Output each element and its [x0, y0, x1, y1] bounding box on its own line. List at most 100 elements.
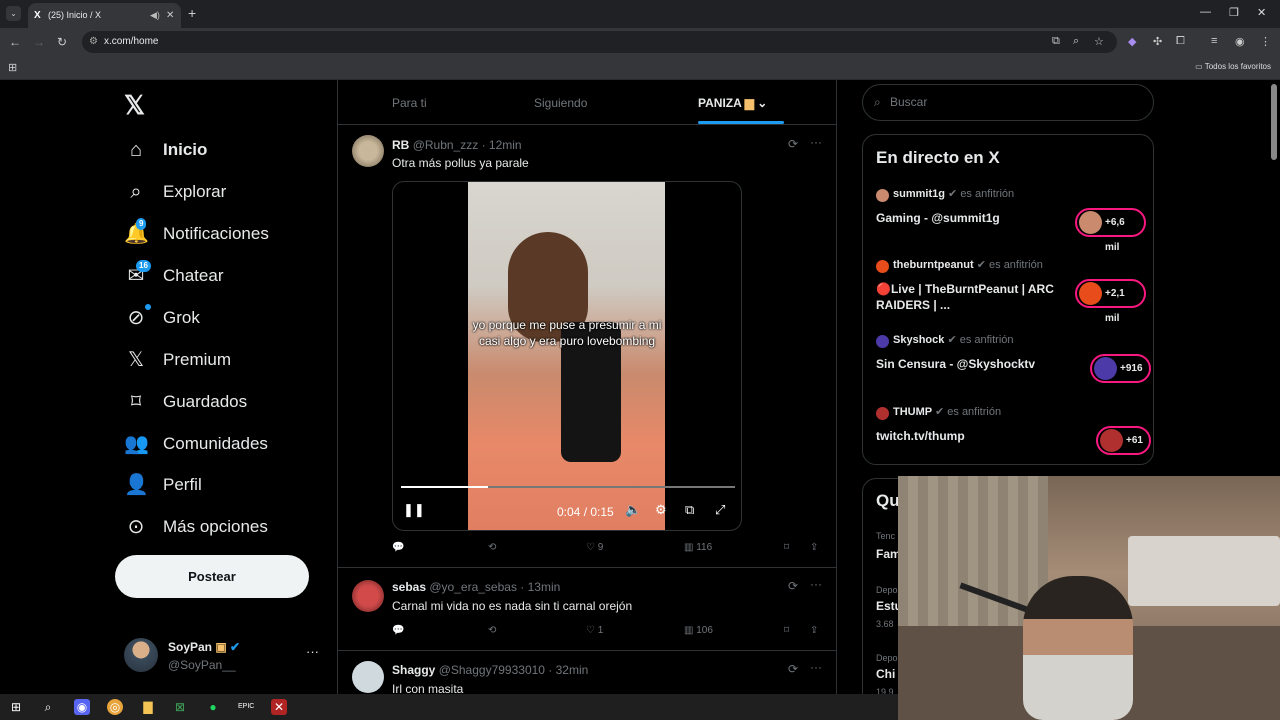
views-button[interactable]: ▥ 116: [684, 542, 712, 553]
grok-icon[interactable]: ⟳: [788, 579, 798, 593]
grok-icon[interactable]: ⟳: [788, 137, 798, 151]
nav-item-ms-opciones[interactable]: ⊙ Más opciones: [124, 509, 324, 545]
nav-item-grok[interactable]: ⊘ Grok: [124, 300, 324, 336]
media-icon[interactable]: ≡: [1211, 35, 1217, 47]
host-avatar: [876, 335, 889, 348]
terminal-icon[interactable]: ⊠: [172, 699, 188, 715]
account-switcher[interactable]: SoyPan ▣ ✔ @SoyPan__ ···: [124, 638, 324, 676]
more-icon[interactable]: ···: [810, 135, 822, 149]
trend-name[interactable]: Fam: [876, 547, 901, 561]
video-caption: yo porque me puse a presumir a mi casi a…: [472, 318, 662, 348]
minimize-icon[interactable]: —: [1200, 6, 1211, 18]
install-icon[interactable]: ⧉: [1052, 35, 1060, 48]
nav-item-comunidades[interactable]: 👥 Comunidades: [124, 426, 324, 462]
video-player[interactable]: yo porque me puse a presumir a mi casi a…: [392, 181, 742, 531]
tweet-text: Irl con masita: [392, 682, 464, 694]
settings-gear-icon[interactable]: ⚙: [655, 502, 667, 518]
volume-icon[interactable]: 🔈: [625, 502, 641, 518]
share-icon[interactable]: ⇪: [810, 542, 818, 553]
repost-icon[interactable]: ⟲: [488, 542, 496, 553]
profile-avatar-icon[interactable]: ◉: [1235, 35, 1245, 48]
like-button[interactable]: ♡ 1: [586, 625, 603, 636]
tweet-author[interactable]: sebas @yo_era_sebas · 13min: [392, 580, 560, 594]
pip-icon[interactable]: ⧉: [685, 502, 694, 518]
tab-paniza[interactable]: PANIZA ▆ ⌄: [698, 96, 767, 110]
all-bookmarks[interactable]: ▭ Todos los favoritos: [1195, 62, 1271, 71]
discord-icon[interactable]: ◉: [74, 699, 90, 715]
more-icon[interactable]: ···: [306, 644, 319, 659]
chrome-icon[interactable]: ◎: [107, 699, 123, 715]
nav-item-notificaciones[interactable]: 🔔 9 Notificaciones: [124, 216, 324, 252]
listener-count[interactable]: +61: [1096, 426, 1151, 455]
nav-item-perfil[interactable]: 👤 Perfil: [124, 467, 324, 503]
back-icon[interactable]: ←: [9, 35, 21, 49]
bookmark-icon[interactable]: ⌑: [784, 542, 789, 553]
tab-search-button[interactable]: ⌄: [6, 6, 21, 21]
browser-tab[interactable]: X (25) Inicio / X ◀) ✕: [28, 3, 181, 28]
zoom-icon[interactable]: ⌕: [1073, 35, 1079, 48]
pause-icon[interactable]: ❚❚: [403, 502, 425, 518]
apps-grid-icon[interactable]: ⊞: [8, 61, 17, 74]
epic-games-icon[interactable]: EPIC: [238, 699, 254, 715]
nav-item-guardados[interactable]: ⌑ Guardados: [124, 384, 324, 420]
close-tab-icon[interactable]: ✕: [166, 3, 174, 28]
tweet[interactable]: RB @Rubn_zzz · 12min ⟳ ··· Otra más poll…: [338, 125, 836, 568]
bookmark-icon[interactable]: ⌑: [784, 625, 789, 636]
tweet[interactable]: Shaggy @Shaggy79933010 · 32min ⟳ ··· Irl…: [338, 651, 836, 694]
fullscreen-icon[interactable]: ⤢: [715, 502, 725, 518]
video-progress-bar[interactable]: [401, 486, 735, 488]
reply-icon[interactable]: 💬: [392, 542, 404, 553]
reply-icon[interactable]: 💬: [392, 625, 404, 636]
avatar[interactable]: [352, 135, 384, 167]
site-info-icon[interactable]: ⚙: [89, 31, 98, 53]
avatar[interactable]: [352, 580, 384, 612]
windows-start-icon[interactable]: ⊞: [8, 699, 24, 715]
tab-siguiendo[interactable]: Siguiendo: [534, 96, 587, 110]
restore-icon[interactable]: ❐: [1229, 6, 1239, 19]
tweet-author[interactable]: RB @Rubn_zzz · 12min: [392, 138, 522, 152]
avatar[interactable]: [352, 661, 384, 693]
tweet[interactable]: sebas @yo_era_sebas · 13min ⟳ ··· Carnal…: [338, 568, 836, 651]
extension-icon-2[interactable]: ✣: [1153, 35, 1162, 48]
search-placeholder: Buscar: [890, 95, 928, 109]
video-time: 0:04 / 0:15: [557, 505, 614, 519]
nav-item-inicio[interactable]: ⌂ Inicio: [124, 132, 324, 168]
spotify-icon[interactable]: ●: [205, 699, 221, 715]
search-input[interactable]: ⌕ Buscar: [862, 84, 1154, 121]
more-icon[interactable]: ···: [810, 660, 822, 674]
tweet-author[interactable]: Shaggy @Shaggy79933010 · 32min: [392, 663, 588, 677]
audio-icon[interactable]: ◀): [150, 3, 160, 28]
post-button[interactable]: Postear: [115, 555, 309, 598]
repost-icon[interactable]: ⟲: [488, 625, 496, 636]
search-icon[interactable]: ⌕: [40, 699, 56, 715]
scrollbar[interactable]: [1271, 84, 1277, 160]
share-icon[interactable]: ⇪: [810, 625, 818, 636]
grok-icon[interactable]: ⟳: [788, 662, 798, 676]
listener-count[interactable]: +6,6 mil: [1075, 208, 1146, 253]
nav-item-chatear[interactable]: ✉ 16 Chatear: [124, 258, 324, 294]
new-tab-button[interactable]: +: [188, 5, 196, 21]
views-button[interactable]: ▥ 106: [684, 625, 713, 636]
file-explorer-icon[interactable]: ▇: [140, 699, 156, 715]
extensions-puzzle-icon[interactable]: ⧠: [1176, 35, 1185, 48]
listener-count[interactable]: +2,1 mil: [1075, 279, 1146, 324]
trend-category: Depo: [876, 653, 898, 663]
x-logo-icon[interactable]: 𝕏: [124, 90, 145, 121]
menu-icon[interactable]: ⋮: [1260, 35, 1271, 48]
reload-icon[interactable]: ↻: [57, 35, 67, 49]
app-x-icon[interactable]: ✕: [271, 699, 287, 715]
search-icon: ⌕: [874, 95, 881, 109]
tab-para-ti[interactable]: Para ti: [392, 96, 427, 110]
forward-icon[interactable]: →: [33, 35, 45, 49]
address-bar[interactable]: ⚙ x.com/home: [82, 31, 1117, 53]
nav-item-explorar[interactable]: ⌕ Explorar: [124, 174, 324, 210]
nav-item-premium[interactable]: 𝕏 Premium: [124, 342, 324, 378]
like-button[interactable]: ♡ 9: [586, 542, 603, 553]
bookmark-star-icon[interactable]: ☆: [1094, 35, 1104, 48]
verified-icon: ✔: [947, 334, 957, 346]
close-window-icon[interactable]: ✕: [1257, 6, 1266, 19]
more-icon[interactable]: ···: [810, 577, 822, 591]
trend-name[interactable]: Chi: [876, 667, 895, 681]
listener-count[interactable]: +916: [1090, 354, 1151, 383]
extension-icon[interactable]: ◆: [1128, 35, 1136, 48]
